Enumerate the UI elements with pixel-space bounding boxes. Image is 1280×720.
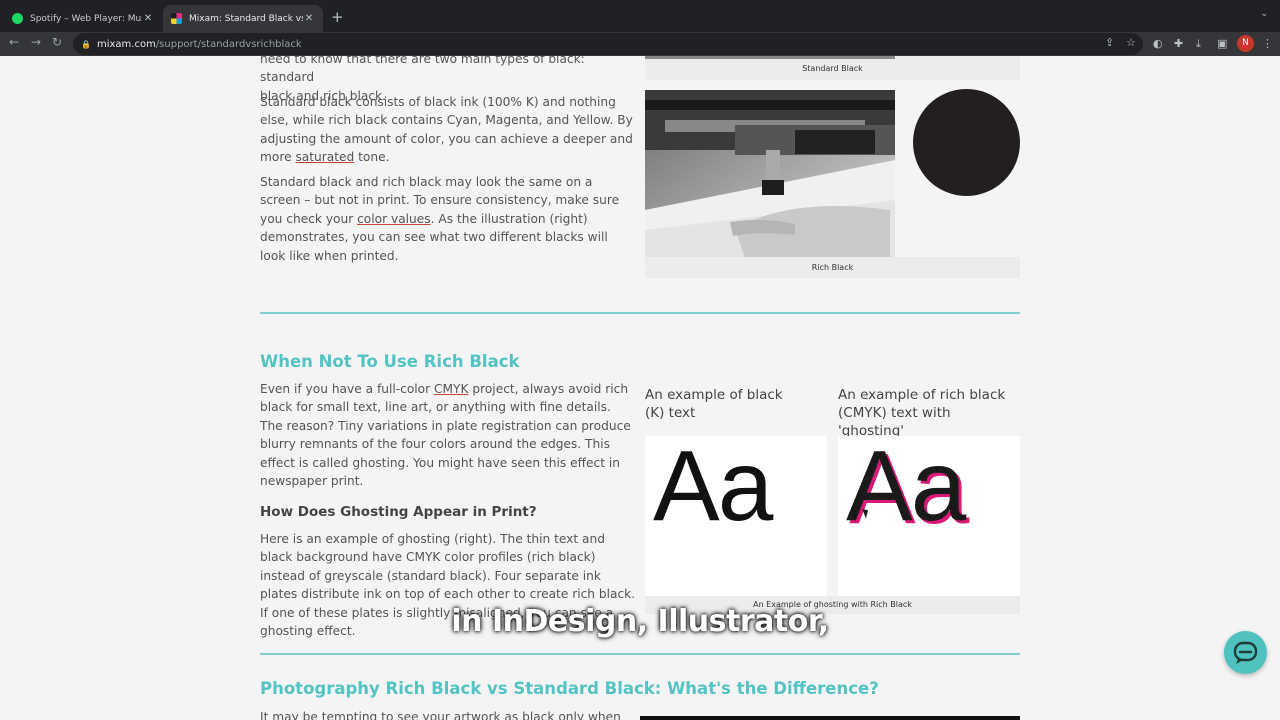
url-path: /support/standardvsrichblack [155, 38, 302, 50]
cmyk-link[interactable]: CMYK [434, 382, 468, 396]
black-text-label: An example of black (K) text [645, 387, 783, 421]
video-subtitle: in InDesign, Illustrator, [451, 604, 829, 639]
bookmark-star-icon[interactable]: ☆ [1126, 36, 1136, 49]
subsection-heading: How Does Ghosting Appear in Print? [260, 504, 537, 520]
tab-title: Spotify – Web Player: Music fo [30, 13, 142, 24]
new-tab-button[interactable]: + [331, 8, 344, 26]
standard-black-image-edge [645, 56, 895, 59]
rich-black-caption: Rich Black [811, 263, 854, 272]
standard-black-caption: Standard Black [802, 64, 863, 73]
text-run: project, always avoid rich black for sma… [260, 382, 631, 489]
lock-icon: 🔒 [81, 39, 91, 49]
photography-paragraph: It may be tempting to see your artwork a… [260, 710, 621, 720]
intro-paragraph-2: Standard black and rich black may look t… [260, 173, 636, 265]
forward-icon[interactable]: → [31, 35, 41, 49]
page-content: need to know that there are two main typ… [0, 56, 1280, 720]
spotify-icon [12, 13, 23, 24]
url-host: mixam.com [96, 38, 156, 50]
sample-aa-black: Aa [653, 430, 773, 542]
extension-icon[interactable]: ◐ [1153, 37, 1163, 50]
section-divider [260, 653, 1020, 655]
back-icon[interactable]: ← [9, 35, 19, 49]
rich-black-caption-box: Rich Black [645, 257, 1020, 278]
standard-black-caption-box: Standard Black [645, 56, 1020, 80]
reload-icon[interactable]: ↻ [52, 35, 62, 49]
sample-aa-ghosted: Aa [846, 430, 966, 542]
printing-press-photo [645, 90, 895, 257]
tab-mixam[interactable]: Mixam: Standard Black vs Rich ✕ [163, 5, 323, 32]
black-text-sample: Aa [645, 436, 827, 596]
browser-toolbar: ← → ↻ 🔒 mixam.com/support/standardvsrich… [0, 32, 1280, 56]
text-run: Even if you have a full-color [260, 382, 435, 396]
color-values-link[interactable]: color values [357, 212, 431, 226]
section-divider [260, 312, 1020, 314]
profile-avatar[interactable]: N [1237, 35, 1254, 52]
saturated-link[interactable]: saturated [295, 150, 354, 164]
section-heading: When Not To Use Rich Black [260, 352, 520, 371]
intro-line: need to know that there are two main typ… [260, 56, 585, 85]
download-icon[interactable]: ⤓ [1196, 37, 1201, 51]
mixam-icon [171, 13, 182, 24]
side-panel-icon[interactable]: ▣ [1217, 37, 1227, 50]
rich-black-paragraph: Even if you have a full-color CMYK proje… [260, 380, 636, 490]
kebab-menu-icon[interactable]: ⋮ [1262, 37, 1273, 50]
photo-top-edge [640, 716, 1020, 720]
text-run: tone. [354, 150, 390, 165]
chat-widget-button[interactable] [1224, 631, 1267, 674]
puzzle-icon[interactable]: ✚ [1174, 37, 1183, 50]
close-tab-icon[interactable]: ✕ [142, 13, 154, 24]
tab-title: Mixam: Standard Black vs Rich [189, 13, 303, 24]
tab-search-icon[interactable]: ⌄ [1260, 9, 1268, 19]
rich-black-swatch [913, 89, 1020, 196]
tab-spotify[interactable]: Spotify – Web Player: Music fo ✕ [4, 5, 162, 32]
section-heading: Photography Rich Black vs Standard Black… [260, 679, 879, 698]
share-icon[interactable]: ⇪ [1105, 36, 1114, 49]
close-tab-icon[interactable]: ✕ [303, 13, 315, 24]
tab-strip: Spotify – Web Player: Music fo ✕ Mixam: … [0, 0, 1280, 32]
chat-icon [1233, 641, 1258, 664]
address-bar[interactable]: 🔒 mixam.com/support/standardvsrichblack … [73, 33, 1143, 55]
intro-paragraph-1: Standard black consists of black ink (10… [260, 93, 636, 167]
